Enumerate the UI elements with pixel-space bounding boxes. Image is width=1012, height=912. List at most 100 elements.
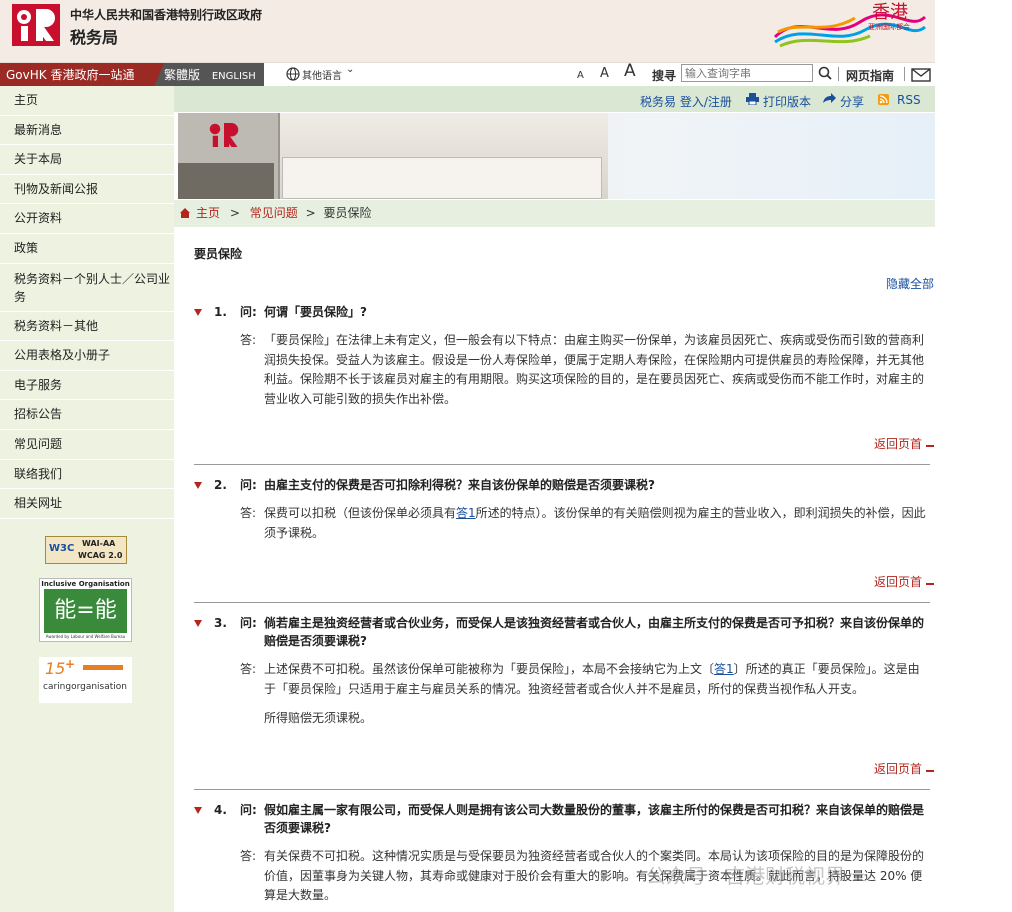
collapse-triangle-icon[interactable] — [194, 309, 202, 316]
home-icon-base — [181, 213, 189, 218]
answer: 答: 上述保费不可扣税。虽然该份保单可能被称为「要员保险」，本局不会接纳它为上文… — [192, 660, 933, 699]
sidebar-item-tax-info-other[interactable]: 税务资料－其他 — [0, 312, 174, 342]
back-to-top-icon — [926, 579, 934, 585]
sidebar-item-tax-info-individual[interactable]: 税务资料－个别人士／公司业务 — [0, 264, 174, 312]
question-text: 倘若雇主是独资经营者或合伙业务，而受保人是该独资经营者或合伙人，由雇主所支付的保… — [264, 616, 925, 648]
sidebar-item-eservices[interactable]: 电子服务 — [0, 371, 174, 401]
faq-item: 1. 问: 何谓「要员保险」? 答: 「要员保险」在法律上未有定义，但一般会有以… — [192, 303, 933, 409]
inclusive-org-title: Inclusive Organisation — [41, 580, 130, 588]
back-to-top-icon — [926, 441, 934, 447]
ird-logo[interactable] — [12, 4, 60, 46]
inclusive-organisation-badge[interactable]: Inclusive Organisation 能=能 Awarded by La… — [39, 578, 132, 642]
answer-text-pre: 保费可以扣税（但该份保单必须具有 — [264, 506, 457, 520]
faq-item: 2. 问: 由雇主支付的保费是否可扣除利得税？来自该份保单的赔偿是否须要课税? … — [192, 476, 933, 543]
search-icon[interactable] — [818, 66, 832, 80]
inclusive-org-mark: 能=能 — [44, 589, 127, 633]
question-label: 问: — [240, 616, 257, 630]
govhk-link[interactable]: GovHK 香港政府一站通 — [0, 63, 174, 87]
printer-icon[interactable] — [746, 93, 759, 105]
share-icon[interactable] — [822, 93, 836, 105]
print-version-link[interactable]: 打印版本 — [763, 93, 811, 110]
banner-ird-logo — [209, 123, 239, 147]
answer-label: 答: — [240, 662, 257, 676]
collapse-triangle-icon[interactable] — [194, 807, 202, 814]
chevron-down-icon[interactable]: ⌄ — [346, 64, 354, 75]
question-label: 问: — [240, 305, 257, 319]
answer-paragraph: 所得赔偿无须课税。 — [192, 709, 933, 729]
caring-organisation-badge[interactable]: 15 + caringorganisation — [39, 657, 132, 703]
collapse-triangle-icon[interactable] — [194, 482, 202, 489]
sidebar-item-policy[interactable]: 政策 — [0, 234, 174, 264]
collapse-triangle-icon[interactable] — [194, 620, 202, 627]
breadcrumb-sep: > — [229, 206, 240, 220]
lang-english-link[interactable]: ENGLISH — [212, 71, 256, 82]
sidebar-item-forms[interactable]: 公用表格及小册子 — [0, 341, 174, 371]
question-number: 2. — [214, 478, 227, 492]
w3c-logo: W3C — [49, 543, 75, 554]
wcag-badge-line1: WAI-AA — [82, 539, 116, 548]
etax-login-link[interactable]: 税务易 登入/注册 — [640, 93, 732, 110]
caring-org-plus-icon: + — [65, 657, 76, 671]
globe-icon[interactable] — [286, 67, 300, 81]
rss-link[interactable]: RSS — [897, 93, 921, 107]
share-link[interactable]: 分享 — [840, 93, 864, 110]
sidebar-item-publications[interactable]: 刊物及新闻公报 — [0, 175, 174, 205]
wcag-badge[interactable]: W3C WAI-AA WCAG 2.0 — [45, 536, 127, 564]
brand-text: 香港 — [872, 2, 908, 23]
answer-ref-link[interactable]: 答1 — [714, 662, 734, 676]
sidebar-item-news[interactable]: 最新消息 — [0, 116, 174, 146]
banner-image — [178, 113, 935, 199]
question-number: 3. — [214, 616, 227, 630]
caring-org-text: caringorganisation — [43, 682, 128, 692]
sitemap-link[interactable]: 网页指南 — [846, 67, 894, 84]
mail-icon[interactable] — [911, 68, 931, 82]
brand-subtext: 亚洲国际都会 — [868, 23, 910, 31]
caring-org-years: 15 — [45, 659, 66, 678]
question-number: 4. — [214, 803, 227, 817]
question[interactable]: 1. 问: 何谓「要员保险」? — [192, 303, 933, 321]
faq-item: 4. 问: 假如雇主属一家有限公司，而受保人则是拥有该公司大数量股份的董事，该雇… — [192, 801, 933, 906]
sidebar-item-faq[interactable]: 常见问题 — [0, 430, 174, 460]
sidebar-item-links[interactable]: 相关网址 — [0, 489, 174, 519]
breadcrumb-faq[interactable]: 常见问题 — [250, 206, 298, 220]
answer: 答: 保费可以扣税（但该份保单必须具有答1所述的特点）。该份保单的有关赔偿则视为… — [192, 504, 933, 543]
font-size-large[interactable]: A — [624, 60, 636, 82]
answer-label: 答: — [240, 849, 257, 863]
back-to-top-link[interactable]: 返回页首 — [874, 435, 934, 452]
font-size-medium[interactable]: A — [600, 63, 609, 85]
main-content: 要员保险 隐藏全部 1. 问: 何谓「要员保险」? 答: 「要员保险」在法律上未… — [174, 227, 935, 912]
lang-traditional-link[interactable]: 繁體版 — [164, 68, 200, 82]
rss-icon[interactable] — [878, 94, 889, 105]
government-name: 中华人民共和国香港特别行政区政府 — [70, 8, 263, 22]
banner-address-plate — [178, 163, 274, 199]
breadcrumb-home[interactable]: 主页 — [196, 206, 220, 220]
divider — [194, 464, 930, 465]
utility-toolbar: 税务易 登入/注册 打印版本 分享 RSS — [174, 86, 935, 112]
question[interactable]: 2. 问: 由雇主支付的保费是否可扣除利得税？来自该份保单的赔偿是否须要课税? — [192, 476, 933, 494]
other-languages-link[interactable]: 其他语言 — [302, 67, 342, 82]
question-text: 由雇主支付的保费是否可扣除利得税？来自该份保单的赔偿是否须要课税? — [264, 478, 655, 492]
faq-item: 3. 问: 倘若雇主是独资经营者或合伙业务，而受保人是该独资经营者或合伙人，由雇… — [192, 614, 933, 729]
sidebar-item-tenders[interactable]: 招标公告 — [0, 400, 174, 430]
sidebar-item-contact[interactable]: 联络我们 — [0, 460, 174, 490]
answer-ref-link[interactable]: 答1 — [456, 506, 476, 520]
back-to-top-link[interactable]: 返回页首 — [874, 760, 934, 777]
back-to-top-label: 返回页首 — [873, 762, 922, 776]
answer: 答: 「要员保险」在法律上未有定义，但一般会有以下特点：由雇主购买一份保单，为该… — [192, 331, 933, 409]
sidebar-item-home[interactable]: 主页 — [0, 86, 174, 116]
font-size-small[interactable]: A — [577, 65, 584, 87]
inclusive-org-awarded: Awarded by Labour and Welfare Bureau — [45, 634, 126, 639]
sidebar-item-about[interactable]: 关于本局 — [0, 145, 174, 175]
question-label: 问: — [240, 478, 257, 492]
wcag-badge-line2: WCAG 2.0 — [78, 551, 123, 560]
search-input[interactable] — [681, 64, 813, 82]
divider — [904, 67, 905, 81]
sidebar-item-public-info[interactable]: 公开资料 — [0, 204, 174, 234]
back-to-top-link[interactable]: 返回页首 — [874, 573, 934, 590]
answer-text: 「要员保险」在法律上未有定义，但一般会有以下特点：由雇主购买一份保单，为该雇员因… — [264, 333, 925, 406]
hide-all-link[interactable]: 隐藏全部 — [886, 275, 934, 292]
question[interactable]: 4. 问: 假如雇主属一家有限公司，而受保人则是拥有该公司大数量股份的董事，该雇… — [192, 801, 933, 837]
back-to-top-icon — [926, 766, 934, 772]
question-label: 问: — [240, 803, 257, 817]
question[interactable]: 3. 问: 倘若雇主是独资经营者或合伙业务，而受保人是该独资经营者或合伙人，由雇… — [192, 614, 933, 650]
